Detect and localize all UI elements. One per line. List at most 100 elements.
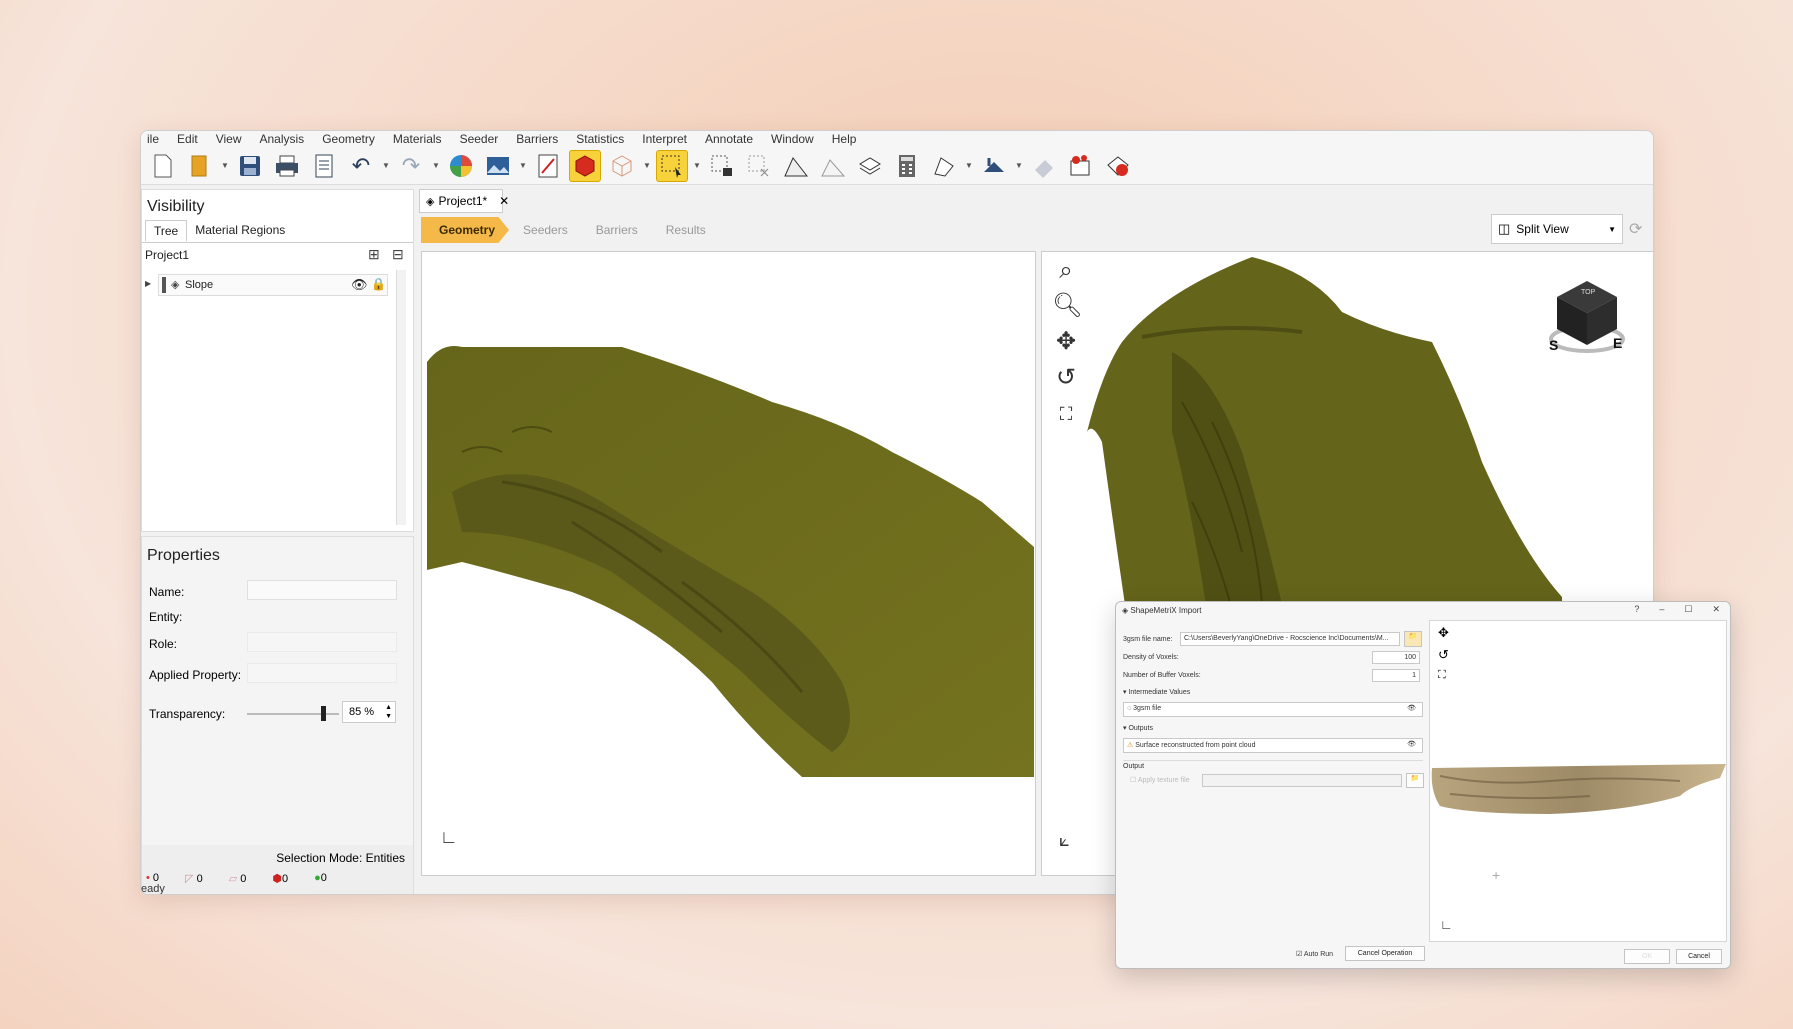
menu-seeder[interactable]: Seeder [460, 132, 499, 146]
menu-help[interactable]: Help [832, 132, 857, 146]
rotate-icon[interactable]: ↺ [1052, 364, 1080, 392]
render-dropdown-icon[interactable]: ▼ [643, 161, 651, 170]
menu-statistics[interactable]: Statistics [576, 132, 624, 146]
menu-file[interactable]: ile [147, 132, 159, 146]
fullscreen-icon[interactable]: ⛶ [1438, 669, 1446, 682]
menu-analysis[interactable]: Analysis [260, 132, 305, 146]
menu-view[interactable]: View [216, 132, 242, 146]
expand-all-icon[interactable]: ⊞ [368, 246, 380, 263]
pan-icon[interactable]: ✥ [1438, 625, 1449, 641]
undo-icon[interactable]: ↶ [345, 150, 377, 182]
image-icon[interactable] [482, 150, 514, 182]
menu-annotate[interactable]: Annotate [705, 132, 753, 146]
pan-icon[interactable]: ✥ [1052, 328, 1080, 356]
rotate-icon[interactable]: ↺ [1438, 647, 1449, 663]
redo-dropdown-icon[interactable]: ▼ [432, 161, 440, 170]
split-view-select[interactable]: ◫ Split View ▼ [1491, 214, 1623, 244]
tree-expand-icon[interactable]: ▶ [145, 279, 151, 288]
open-folder-icon[interactable] [184, 150, 216, 182]
name-field[interactable] [247, 580, 397, 600]
intermediate-item[interactable]: ◌ 3gsm file 👁 [1123, 702, 1423, 717]
outputs-section[interactable]: ▾ Outputs [1123, 724, 1153, 732]
barrier-tool-icon[interactable] [928, 150, 960, 182]
menu-materials[interactable]: Materials [393, 132, 442, 146]
transparency-slider[interactable] [247, 706, 339, 721]
collapse-all-icon[interactable]: ⊟ [392, 246, 404, 263]
pick-surface-icon[interactable] [532, 150, 564, 182]
eye-icon[interactable]: 👁 [1407, 704, 1416, 712]
image-dropdown-icon[interactable]: ▼ [519, 161, 527, 170]
refresh-icon[interactable]: ⟳ [1629, 219, 1642, 239]
browse-folder-icon[interactable]: 📁 [1404, 631, 1422, 647]
seeder-dropdown-icon[interactable]: ▼ [1015, 161, 1023, 170]
workflow-barriers[interactable]: Barriers [577, 217, 652, 243]
workflow-results[interactable]: Results [647, 217, 720, 243]
tree-scrollbar[interactable] [396, 270, 406, 525]
transparency-input[interactable]: 85 % ▲ ▼ [342, 701, 396, 723]
density-field[interactable]: 100 [1372, 651, 1420, 664]
report-icon[interactable] [308, 150, 340, 182]
spinner-icon[interactable]: ▲ ▼ [385, 703, 392, 721]
open-dropdown-icon[interactable]: ▼ [221, 161, 229, 170]
save-icon[interactable] [234, 150, 266, 182]
file-path-field[interactable]: C:\Users\BeverlyYang\OneDrive - Rocscien… [1180, 632, 1400, 646]
new-file-icon[interactable] [147, 150, 179, 182]
preview-viewport[interactable]: ✥ ↺ ⛶ + ∟ [1429, 620, 1727, 942]
wireframe-icon[interactable] [606, 150, 638, 182]
role-select[interactable] [247, 632, 397, 652]
close-icon[interactable]: ✕ [499, 194, 509, 208]
eye-icon[interactable]: 👁 [1407, 740, 1416, 748]
color-wheel-icon[interactable] [445, 150, 477, 182]
lock-icon[interactable]: 🔒 [371, 277, 386, 291]
print-icon[interactable] [271, 150, 303, 182]
menu-interpret[interactable]: Interpret [642, 132, 687, 146]
minimize-icon[interactable]: – [1659, 604, 1664, 615]
workflow-seeders[interactable]: Seeders [505, 217, 582, 243]
select-dropdown-icon[interactable]: ▼ [693, 161, 701, 170]
help-icon[interactable]: ? [1634, 604, 1639, 615]
slope-edit-icon[interactable] [817, 150, 849, 182]
close-icon[interactable]: ✕ [1712, 604, 1720, 615]
tab-tree[interactable]: Tree [145, 220, 188, 241]
project-node[interactable]: Project1 [145, 248, 189, 262]
ok-button[interactable]: OK [1624, 949, 1670, 964]
applied-property-select[interactable] [247, 663, 397, 683]
erase-icon[interactable] [1028, 150, 1060, 182]
tree-item-slope[interactable]: ▶ ◈ Slope 👁 🔒 [145, 274, 388, 296]
zoom-icon[interactable]: 🔍︎ [1052, 292, 1082, 320]
lock-select-icon[interactable] [706, 150, 738, 182]
redo-icon[interactable]: ↷ [395, 150, 427, 182]
view-cube[interactable]: TOP S E [1547, 277, 1627, 357]
barrier-dropdown-icon[interactable]: ▼ [965, 161, 973, 170]
solid-render-icon[interactable] [569, 149, 601, 182]
run-analysis-icon[interactable] [1102, 150, 1134, 182]
tab-material-regions[interactable]: Material Regions [187, 220, 293, 241]
layers-icon[interactable] [854, 150, 886, 182]
calculator-icon[interactable] [891, 150, 923, 182]
zoom-extents-icon[interactable]: ⌕ [1052, 257, 1080, 285]
fullscreen-icon[interactable]: ⛶ [1052, 400, 1080, 428]
undo-dropdown-icon[interactable]: ▼ [382, 161, 390, 170]
slope-cut-icon[interactable] [780, 150, 812, 182]
menu-geometry[interactable]: Geometry [322, 132, 375, 146]
seeder-tool-icon[interactable] [978, 150, 1010, 182]
texture-browse-icon[interactable]: 📁 [1406, 773, 1424, 788]
intermediate-section[interactable]: ▾ Intermediate Values [1123, 688, 1190, 696]
menu-barriers[interactable]: Barriers [516, 132, 558, 146]
outputs-item[interactable]: ⚠ Surface reconstructed from point cloud… [1123, 738, 1423, 753]
workflow-geometry[interactable]: Geometry [421, 217, 510, 243]
eye-icon[interactable]: 👁 [351, 277, 368, 293]
tab-project1[interactable]: ◈ Project1* ✕ [419, 189, 509, 213]
3d-viewport-left[interactable]: ∟ [421, 251, 1036, 876]
menu-edit[interactable]: Edit [177, 132, 198, 146]
maximize-icon[interactable]: ☐ [1684, 604, 1692, 615]
auto-run-checkbox[interactable]: ☑ Auto Run [1296, 950, 1333, 958]
cancel-operation-button[interactable]: Cancel Operation [1345, 946, 1425, 961]
transparency-thumb[interactable] [320, 706, 326, 721]
apply-texture-checkbox[interactable]: ☐ Apply texture file [1130, 776, 1190, 784]
cancel-button[interactable]: Cancel [1676, 949, 1722, 964]
compute-icon[interactable] [1065, 150, 1097, 182]
buffer-field[interactable]: 1 [1372, 669, 1420, 682]
texture-file-field[interactable] [1202, 774, 1402, 787]
box-select-icon[interactable] [656, 149, 688, 182]
